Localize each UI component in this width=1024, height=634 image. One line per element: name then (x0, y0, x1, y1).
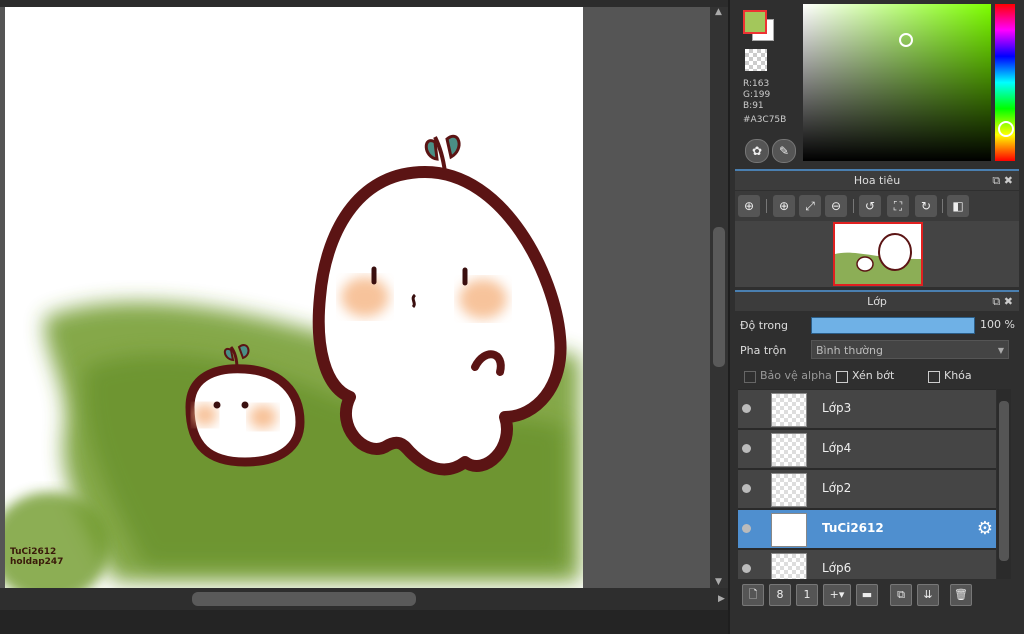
new-layer-icon[interactable]: 🗋 (742, 584, 764, 606)
toolbar-separator (766, 199, 767, 213)
hue-slider-cursor[interactable] (998, 121, 1014, 137)
watermark-line-1: TuCi2612 (10, 547, 57, 557)
navigator-thumbnail[interactable] (833, 222, 923, 286)
blend-label: Pha trộn (740, 344, 787, 357)
opacity-value: 100 % (980, 318, 1015, 331)
saturation-value-picker[interactable] (803, 4, 991, 161)
clipping-checkbox[interactable] (836, 371, 848, 383)
lock-label: Khóa (944, 369, 972, 382)
layers-title: Lớp (867, 295, 887, 308)
toolbar-separator (853, 199, 854, 213)
new-halftone-layer-icon[interactable]: 8 (769, 584, 791, 606)
lock-checkbox[interactable] (928, 371, 940, 383)
blend-mode-select[interactable]: Bình thường ▼ (811, 340, 1009, 359)
panel-controls: ⧉ ✖ (992, 292, 1013, 311)
layer-name: Lớp2 (822, 481, 852, 495)
palette-icon[interactable]: ✿ (745, 139, 769, 163)
visibility-icon[interactable] (742, 564, 751, 573)
duplicate-layer-icon[interactable]: ⧉ (890, 584, 912, 606)
merge-layer-icon[interactable]: ⇊ (917, 584, 939, 606)
layer-list: Lớp3 Lớp4 Lớp2 TuCi2612 ⚙ Lớp6 (738, 389, 996, 579)
layer-row[interactable]: Lớp3 (738, 390, 996, 430)
layer-row[interactable]: Lớp4 (738, 430, 996, 470)
detach-icon[interactable]: ⧉ (992, 295, 1000, 308)
flip-icon[interactable]: ◧ (947, 195, 969, 217)
layer-name: TuCi2612 (822, 521, 884, 535)
visibility-icon[interactable] (742, 484, 751, 493)
clipping-label: Xén bớt (852, 369, 895, 382)
layer-thumbnail (771, 513, 807, 547)
close-icon[interactable]: ✖ (1004, 295, 1013, 308)
scroll-down-icon[interactable]: ▼ (715, 577, 722, 587)
delete-layer-icon[interactable]: 🗑 (950, 584, 972, 606)
visibility-icon[interactable] (742, 524, 751, 533)
fit-window-icon[interactable]: ⤢ (799, 195, 821, 217)
layer-thumbnail (771, 553, 807, 579)
canvas-vertical-scrollbar[interactable]: ▲ ▼ (710, 7, 728, 588)
green-value: G:199 (743, 90, 771, 100)
layer-thumbnail (771, 393, 807, 427)
gear-icon[interactable]: ⚙ (977, 518, 993, 539)
hex-value[interactable]: #A3C75B (743, 115, 786, 125)
opacity-slider[interactable] (811, 317, 975, 334)
detach-icon[interactable]: ⧉ (992, 174, 1000, 187)
canvas-horizontal-scrollbar[interactable]: ▶ (0, 588, 728, 610)
toolbar-separator (942, 199, 943, 213)
navigator-toolbar: ⊕ ⊕ ⤢ ⊖ ↺ ⛶ ↻ ◧ (735, 191, 1019, 221)
visibility-icon[interactable] (742, 444, 751, 453)
navigator-title: Hoa tiêu (853, 174, 901, 187)
zoom-out-icon[interactable]: ⊖ (825, 195, 847, 217)
layer-list-scrollbar[interactable] (997, 389, 1011, 579)
scroll-up-icon[interactable]: ▲ (715, 7, 722, 17)
add-layer-menu-icon[interactable]: +▾ (823, 584, 851, 606)
foreground-color-swatch[interactable] (743, 10, 767, 34)
navigator-panel-header: Hoa tiêu ⧉ ✖ (735, 169, 1019, 190)
actual-size-icon[interactable]: ⛶ (887, 195, 909, 217)
layer-name: Lớp3 (822, 401, 852, 415)
rotate-right-icon[interactable]: ↻ (915, 195, 937, 217)
protect-alpha-checkbox[interactable] (744, 371, 756, 383)
close-icon[interactable]: ✖ (1004, 174, 1013, 187)
vertical-scroll-thumb[interactable] (713, 227, 725, 367)
layer-name: Lớp6 (822, 561, 852, 575)
panel-controls: ⧉ ✖ (992, 171, 1013, 190)
blend-mode-value: Bình thường (816, 344, 883, 357)
horizontal-scroll-thumb[interactable] (192, 592, 416, 606)
chevron-down-icon: ▼ (997, 346, 1004, 355)
color-picker-cursor[interactable] (899, 33, 913, 47)
watermark: TuCi2612 holdap247 (10, 547, 63, 567)
transparent-color-swatch[interactable] (745, 49, 767, 71)
layer-row[interactable]: Lớp2 (738, 470, 996, 510)
watermark-line-2: holdap247 (10, 557, 64, 567)
artwork (5, 134, 581, 588)
layers-panel-header: Lớp ⧉ ✖ (735, 290, 1019, 311)
zoom-fit-icon[interactable]: ⊕ (738, 195, 760, 217)
zoom-in-icon[interactable]: ⊕ (773, 195, 795, 217)
thumbnail-artwork (835, 233, 921, 284)
new-folder-icon[interactable]: ▬ (856, 584, 878, 606)
rotate-left-icon[interactable]: ↺ (859, 195, 881, 217)
new-1bit-layer-icon[interactable]: 1 (796, 584, 818, 606)
protect-alpha-label: Bảo vệ alpha (760, 369, 832, 382)
layer-row-selected[interactable]: TuCi2612 ⚙ (738, 510, 996, 550)
opacity-label: Độ trong (740, 319, 789, 332)
layer-thumbnail (771, 433, 807, 467)
drawing-paper[interactable] (5, 7, 583, 588)
layer-row[interactable]: Lớp6 (738, 550, 996, 579)
blue-value: B:91 (743, 101, 764, 111)
scroll-right-icon[interactable]: ▶ (718, 594, 725, 604)
visibility-icon[interactable] (742, 404, 751, 413)
red-value: R:163 (743, 79, 770, 89)
hue-slider[interactable] (995, 4, 1015, 161)
canvas-area[interactable]: TuCi2612 holdap247 (0, 7, 710, 588)
layer-thumbnail (771, 473, 807, 507)
layer-scroll-thumb[interactable] (999, 401, 1009, 561)
layer-name: Lớp4 (822, 441, 852, 455)
palette-picker-icon[interactable]: ✎ (772, 139, 796, 163)
